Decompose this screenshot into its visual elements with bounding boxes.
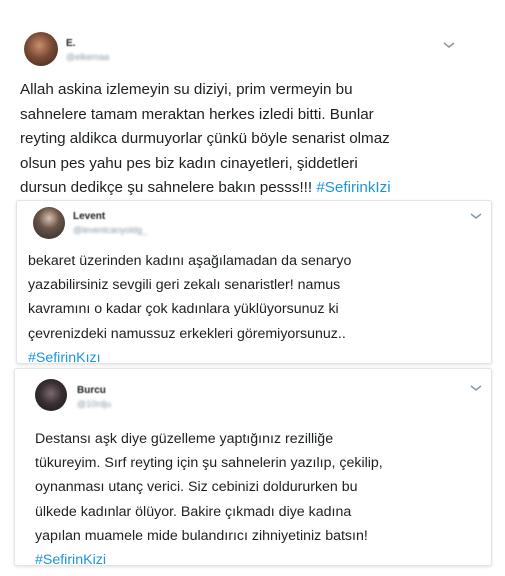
tweet-card: Levent @leventcanyoldg_ bekaret üzerinde…: [16, 200, 492, 366]
avatar[interactable]: [35, 379, 67, 411]
tweet-card: Burcu @10rdju Destansı aşk diye güzellem…: [14, 368, 492, 568]
user-handle[interactable]: @10rdju: [77, 399, 111, 409]
user-handle[interactable]: @elkemaa: [66, 52, 109, 62]
user-handle[interactable]: @leventcanyoldg_: [73, 225, 147, 235]
user-name[interactable]: E.: [66, 38, 75, 49]
avatar[interactable]: [24, 32, 58, 66]
avatar[interactable]: [33, 207, 65, 239]
tweet-text: Destansı aşk diye güzelleme yaptığınız r…: [35, 427, 383, 572]
chevron-down-icon[interactable]: [442, 40, 456, 50]
chevron-down-icon[interactable]: [469, 383, 483, 393]
hashtag-link[interactable]: #SefirinkIzi: [316, 179, 390, 196]
hashtag-link[interactable]: #SefirinKızı: [28, 346, 351, 370]
hashtag-link[interactable]: #SefirinKizi: [35, 548, 383, 572]
user-name[interactable]: Levent: [73, 211, 105, 222]
tweet-card: E. @elkemaa Allah askina izlemeyin su di…: [14, 22, 492, 198]
user-name[interactable]: Burcu: [77, 385, 106, 396]
tweet-text: bekaret üzerinden kadını aşağılamadan da…: [28, 249, 351, 370]
chevron-down-icon[interactable]: [469, 211, 483, 221]
tweet-text: Allah askina izlemeyin su diziyi, prim v…: [20, 81, 391, 196]
